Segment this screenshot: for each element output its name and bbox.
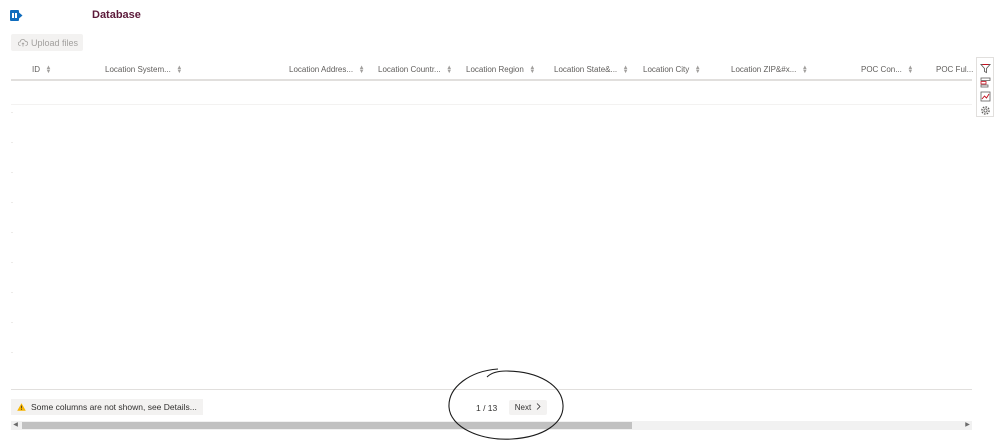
sharepoint-list-icon <box>10 9 23 22</box>
sort-icon: ▲ ▼ <box>907 64 914 75</box>
column-header-location-system[interactable]: Location System... ▲ ▼ <box>105 60 183 79</box>
column-header-label: Location State&... <box>554 65 618 74</box>
column-header-label: Location System... <box>105 65 171 74</box>
column-header-label: Location ZIP&#x... <box>731 65 797 74</box>
row-marker <box>11 202 13 203</box>
cloud-upload-icon <box>18 39 28 47</box>
column-header-location-address[interactable]: Location Addres... ▲ ▼ <box>289 60 365 79</box>
columns-hidden-notice[interactable]: Some columns are not shown, see Details.… <box>11 399 203 415</box>
sort-icon: ▲ ▼ <box>358 64 365 75</box>
filter-icon[interactable] <box>980 61 991 74</box>
upload-files-button[interactable]: Upload files <box>11 34 83 51</box>
settings-icon[interactable] <box>980 103 991 115</box>
sort-icon: ▲ ▼ <box>622 64 629 75</box>
scroll-right-icon[interactable]: ▶ <box>963 421 972 430</box>
column-header-id[interactable]: ID ▲ ▼ <box>32 60 52 79</box>
column-header-poc-contact[interactable]: POC Con... ▲ ▼ <box>861 60 914 79</box>
page: Database Upload files ID ▲ ▼ Location Syst… <box>0 0 999 443</box>
column-header-location-country[interactable]: Location Countr... ▲ ▼ <box>378 60 453 79</box>
column-header-location-zip[interactable]: Location ZIP&#x... ▲ ▼ <box>731 60 808 79</box>
table-row[interactable] <box>11 82 972 105</box>
column-header-poc-full[interactable]: POC Ful... <box>936 60 973 79</box>
row-marker <box>11 322 13 323</box>
row-marker <box>11 232 13 233</box>
scroll-left-icon[interactable]: ◀ <box>11 421 20 430</box>
grid-header: ID ▲ ▼ Location System... ▲ ▼ Location Addre… <box>11 60 973 81</box>
column-header-location-region[interactable]: Location Region ▲ ▼ <box>466 60 536 79</box>
row-marker <box>11 112 13 113</box>
sort-icon: ▲ ▼ <box>801 64 808 75</box>
column-header-label: Location Countr... <box>378 65 441 74</box>
column-header-label: POC Ful... <box>936 65 974 74</box>
sort-icon: ▲ ▼ <box>176 64 183 75</box>
grid-body <box>11 82 972 388</box>
hand-drawn-circle-annotation <box>448 368 564 440</box>
row-marker <box>11 172 13 173</box>
side-toolbar <box>976 57 994 117</box>
column-header-label: POC Con... <box>861 65 902 74</box>
warning-icon <box>17 403 26 411</box>
sort-icon: ▲ ▼ <box>694 64 701 75</box>
sort-icon: ▲ ▼ <box>45 64 52 75</box>
column-header-location-city[interactable]: Location City ▲ ▼ <box>643 60 701 79</box>
columns-hidden-text: Some columns are not shown, see Details.… <box>31 402 197 412</box>
column-header-label: ID <box>32 65 40 74</box>
sort-icon: ▲ ▼ <box>446 64 453 75</box>
column-header-label: Location Region <box>466 65 524 74</box>
upload-files-label: Upload files <box>31 37 79 48</box>
row-markers <box>11 82 14 388</box>
chart-icon[interactable] <box>980 89 991 102</box>
group-icon[interactable] <box>980 75 991 88</box>
page-title: Database <box>92 9 141 21</box>
row-marker <box>11 142 13 143</box>
sort-icon: ▲ ▼ <box>529 64 536 75</box>
column-header-location-state[interactable]: Location State&... ▲ ▼ <box>554 60 629 79</box>
row-marker <box>11 352 13 353</box>
column-header-label: Location Addres... <box>289 65 354 74</box>
row-marker <box>11 262 13 263</box>
row-marker <box>11 292 13 293</box>
column-header-label: Location City <box>643 65 690 74</box>
